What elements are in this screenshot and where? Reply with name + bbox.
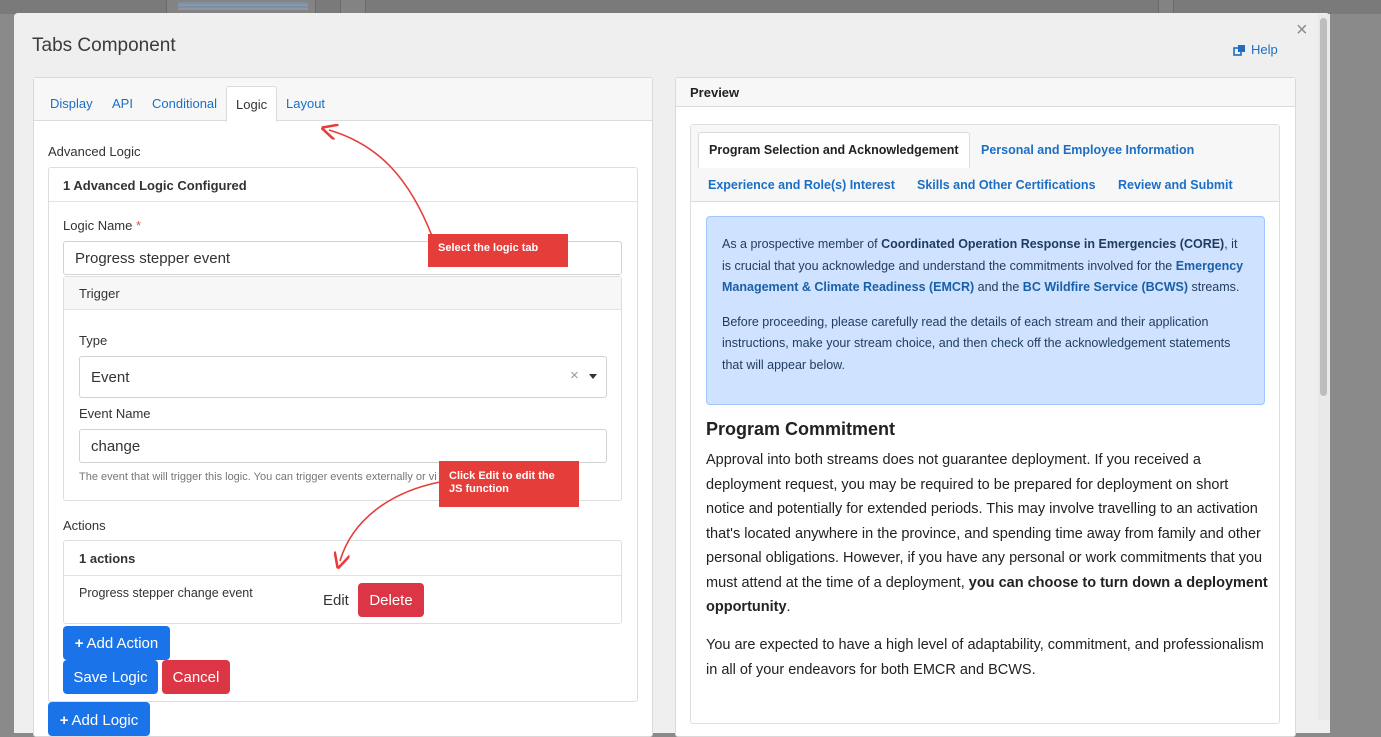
preview-tab-program-selection[interactable]: Program Selection and Acknowledgement <box>698 132 970 168</box>
tab-logic[interactable]: Logic <box>226 86 278 122</box>
event-name-input[interactable]: change <box>79 429 607 463</box>
close-icon[interactable]: × <box>1296 20 1308 40</box>
type-label: Type <box>79 333 108 348</box>
callout-select-logic-tab: Select the logic tab <box>428 234 568 267</box>
chevron-down-icon[interactable] <box>589 374 597 379</box>
tab-api[interactable]: API <box>112 96 133 111</box>
preview-tab-review[interactable]: Review and Submit <box>1118 178 1233 192</box>
commitment-paragraph-1: Approval into both streams does not guar… <box>706 452 1268 615</box>
background-panel <box>340 0 366 14</box>
program-commitment-heading: Program Commitment <box>706 419 896 439</box>
preview-tab-experience[interactable]: Experience and Role(s) Interest <box>708 178 895 192</box>
event-name-label: Event Name <box>79 406 151 421</box>
type-value: Event <box>91 368 130 386</box>
required-mark: * <box>136 218 142 233</box>
trigger-header: Trigger <box>64 277 621 310</box>
configured-header: 1 Advanced Logic Configured <box>49 168 637 202</box>
preview-tab-personal-info[interactable]: Personal and Employee Information <box>981 143 1194 157</box>
tab-display[interactable]: Display <box>50 96 93 111</box>
cancel-button[interactable]: Cancel <box>162 660 230 694</box>
save-logic-button[interactable]: Save Logic <box>63 660 158 694</box>
alert-paragraph-1: As a prospective member of Coordinated O… <box>722 237 1244 294</box>
delete-action-button[interactable]: Delete <box>358 583 424 617</box>
background-stripe <box>178 2 308 10</box>
alert-paragraph-2: Before proceeding, please carefully read… <box>722 314 1231 372</box>
actions-label: Actions <box>63 518 106 533</box>
actions-card: 1 actions Progress stepper change event … <box>63 540 622 624</box>
settings-panel: Display API Conditional Logic Layout Adv… <box>33 77 653 737</box>
preview-tab-skills[interactable]: Skills and Other Certifications <box>917 178 1096 192</box>
advanced-logic-label: Advanced Logic <box>48 144 141 159</box>
help-link[interactable]: Help <box>1233 42 1278 57</box>
tab-conditional[interactable]: Conditional <box>152 96 217 111</box>
background-page <box>0 0 1381 14</box>
actions-header: 1 actions <box>64 541 621 576</box>
preview-tabbar: Program Selection and Acknowledgement Pe… <box>691 125 1279 202</box>
help-label: Help <box>1251 42 1278 57</box>
clear-icon[interactable]: × <box>570 367 579 384</box>
settings-tabbar: Display API Conditional Logic Layout <box>34 78 652 122</box>
external-link-icon <box>1233 44 1247 56</box>
logic-name-label: Logic Name * <box>63 218 142 233</box>
action-name: Progress stepper change event <box>79 586 253 600</box>
info-alert: As a prospective member of Coordinated O… <box>706 216 1265 405</box>
plus-icon: + <box>59 712 69 729</box>
preview-header: Preview <box>676 78 1295 107</box>
event-hint: The event that will trigger this logic. … <box>79 471 437 483</box>
bcws-link[interactable]: BC Wildfire Service (BCWS) <box>1023 280 1188 294</box>
type-select[interactable]: Event × <box>79 356 607 398</box>
plus-icon: + <box>74 634 84 652</box>
background-panel <box>1158 0 1174 14</box>
commitment-paragraph-2: You are expected to have a high level of… <box>706 637 1264 678</box>
tab-layout[interactable]: Layout <box>286 96 325 111</box>
add-logic-button[interactable]: + Add Logic <box>48 702 150 736</box>
edit-action-button[interactable]: Edit <box>323 592 349 609</box>
modal-title: Tabs Component <box>32 35 176 56</box>
modal-scrollbar-thumb[interactable] <box>1320 18 1327 396</box>
add-action-button[interactable]: + Add Action <box>63 626 170 660</box>
callout-edit-js-function: Click Edit to edit the JS function <box>439 461 579 507</box>
